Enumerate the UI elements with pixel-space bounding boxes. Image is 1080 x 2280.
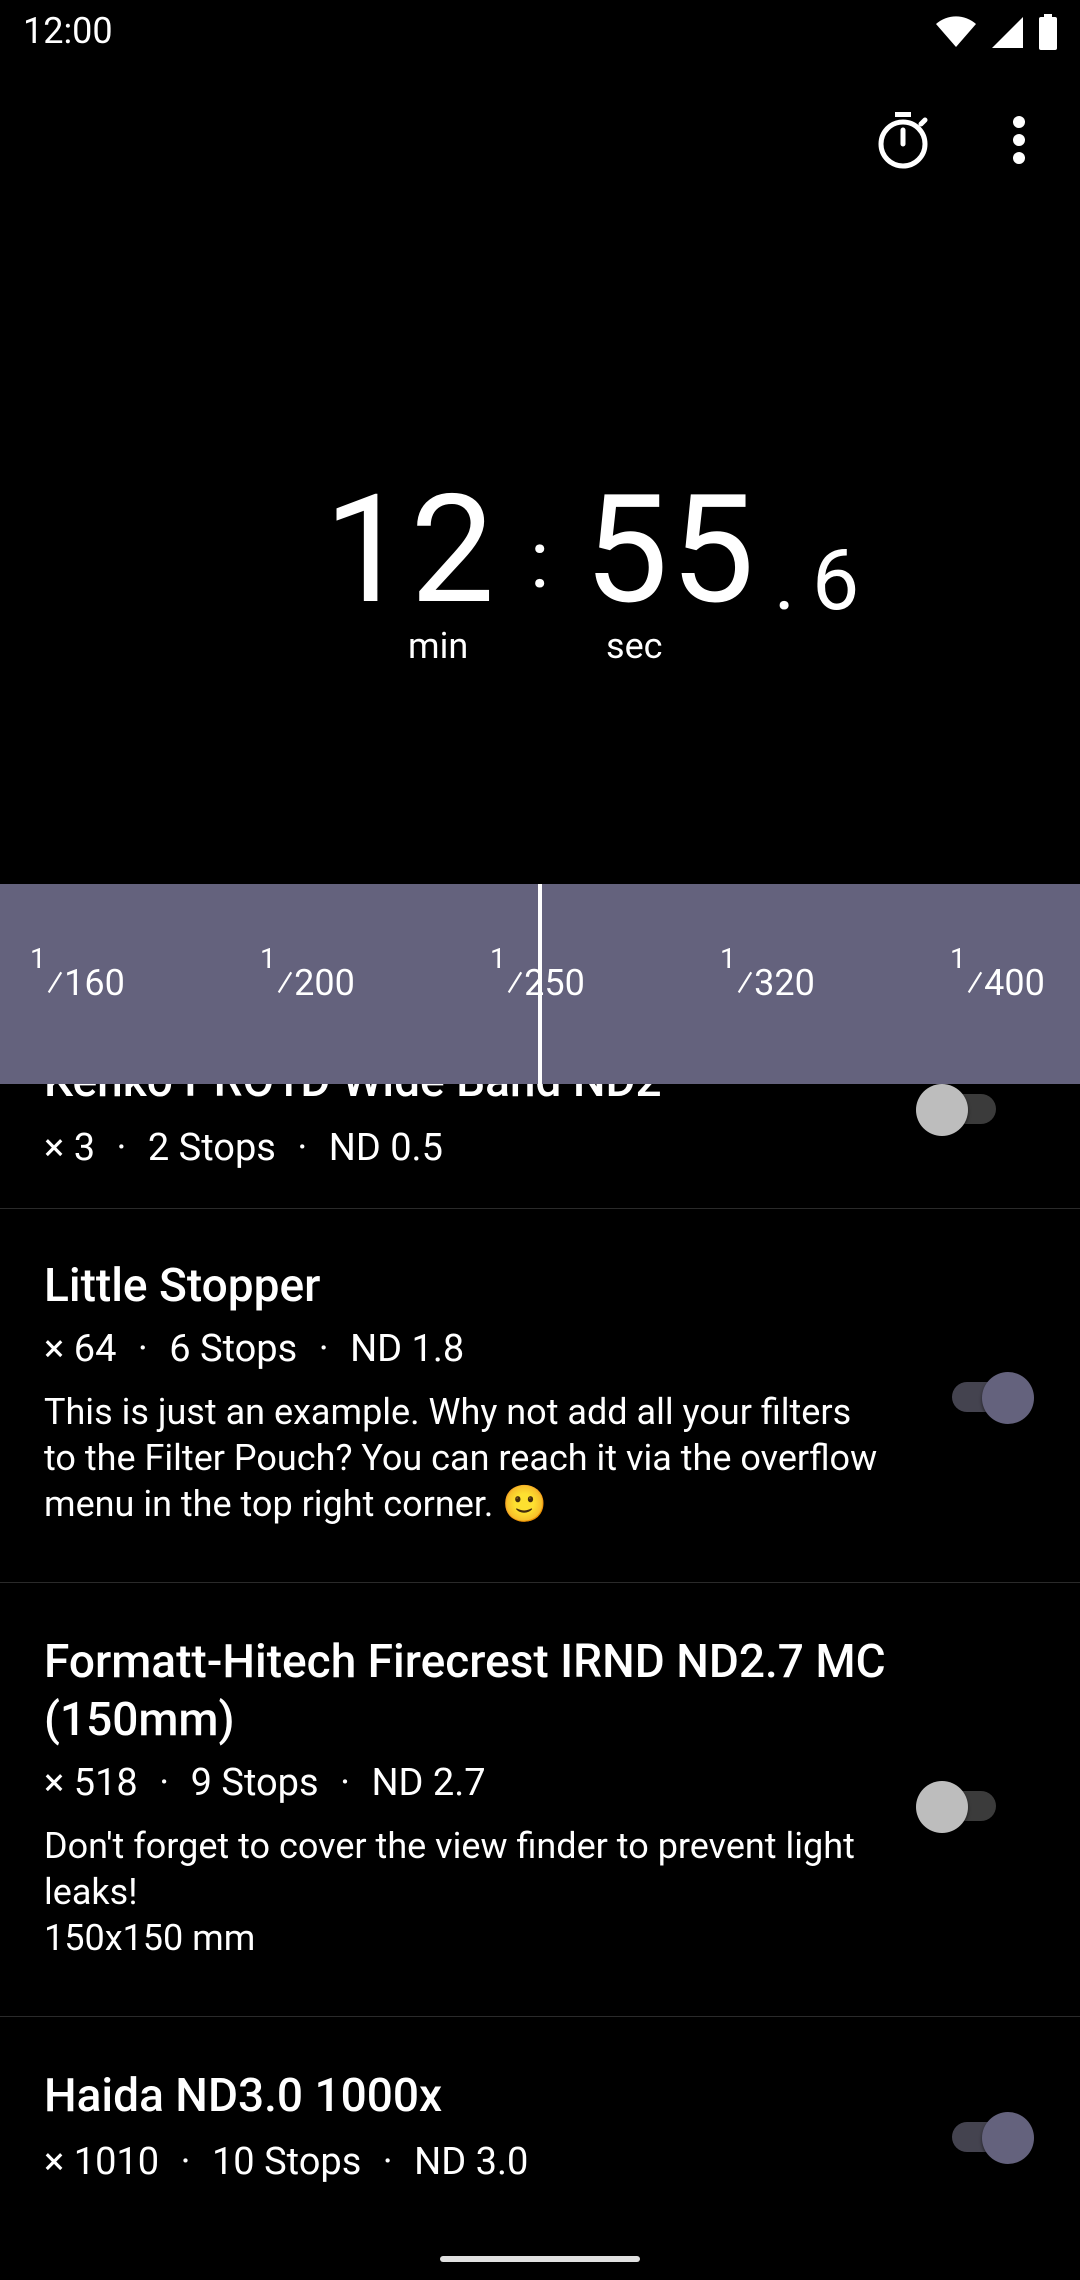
exposure-time-display: 12 : 55 . 6 min sec [0, 470, 1080, 700]
filter-item[interactable]: Formatt-Hitech Firecrest IRND ND2.7 MC (… [0, 1583, 1080, 2017]
filter-toggle[interactable] [916, 1775, 1006, 1835]
shutter-speed-selector[interactable]: 1⁄160 1⁄200 1⁄250 1⁄320 1⁄400 [0, 884, 1080, 1084]
shutter-numerator: 1 [260, 942, 276, 975]
shutter-numerator: 1 [30, 942, 46, 975]
meta-separator: · [159, 1761, 170, 1805]
toggle-thumb [982, 2112, 1034, 2164]
meta-separator: · [340, 1761, 350, 1805]
shutter-denominator: 320 [754, 962, 815, 1004]
meta-separator: · [297, 1126, 308, 1170]
filter-stops: 6 Stops [169, 1327, 298, 1371]
shutter-denominator: 250 [524, 962, 585, 1004]
meta-separator: · [382, 2140, 393, 2184]
shutter-speed-option[interactable]: 1⁄200 [260, 942, 355, 1036]
filter-title: Kenko PRO1D Wide Band ND2 [44, 1084, 662, 1110]
shutter-denominator: 200 [294, 962, 355, 1004]
meta-separator: · [137, 1327, 148, 1371]
filter-title: Formatt-Hitech Firecrest IRND ND2.7 MC (… [44, 1635, 886, 1747]
status-time: 12:00 [23, 10, 113, 52]
decimal-point: . [774, 535, 796, 629]
meta-separator: · [318, 1327, 329, 1371]
wifi-icon [936, 16, 976, 52]
filter-item[interactable]: Haida ND3.0 1000x × 1010 · 10 Stops · ND… [0, 2017, 1080, 2280]
shutter-speed-option[interactable]: 1⁄160 [30, 942, 125, 1036]
filter-meta: × 3 · 2 Stops · ND 0.5 [44, 1126, 443, 1170]
filter-density: ND 0.5 [328, 1126, 443, 1170]
filter-density: ND 2.7 [371, 1761, 486, 1805]
toggle-thumb [916, 1084, 968, 1136]
seconds-unit-label: sec [606, 625, 663, 667]
filter-stops: 10 Stops [211, 2140, 362, 2184]
status-icons [936, 14, 1058, 54]
overflow-menu-button[interactable] [984, 107, 1054, 177]
app-screen: 12:00 12: 55 . 6 min sec 1⁄160 1⁄200 1⁄… [0, 0, 1080, 2280]
filter-stops: 9 Stops [190, 1761, 319, 1805]
meta-separator: · [116, 1126, 127, 1170]
minutes-value: 12 [324, 462, 497, 638]
shutter-numerator: 1 [720, 942, 736, 975]
filter-meta: × 64 · 6 Stops · ND 1.8 [44, 1327, 464, 1371]
shutter-denominator: 160 [64, 962, 125, 1004]
shutter-denominator: 400 [984, 962, 1045, 1004]
filter-stops: 2 Stops [147, 1126, 276, 1170]
filter-meta: × 518 · 9 Stops · ND 2.7 [44, 1761, 486, 1805]
seconds-value: 55 [584, 462, 757, 638]
selection-indicator [538, 884, 542, 1084]
shutter-speed-option[interactable]: 1⁄400 [950, 942, 1045, 1036]
filter-toggle[interactable] [944, 1366, 1034, 1426]
shutter-numerator: 1 [490, 942, 506, 975]
filter-factor: × 518 [44, 1761, 138, 1805]
toggle-thumb [982, 1372, 1034, 1424]
filter-factor: × 64 [44, 1327, 117, 1371]
time-separator: : [530, 513, 550, 607]
filter-note: Don't forget to cover the view finder to… [44, 1825, 855, 1913]
filter-density: ND 1.8 [350, 1327, 465, 1371]
filter-toggle[interactable] [944, 2106, 1034, 2166]
shutter-numerator: 1 [950, 942, 966, 975]
meta-separator: · [180, 2140, 191, 2184]
filter-note-size: 150x150 mm [44, 1917, 256, 1959]
filter-item[interactable]: Kenko PRO1D Wide Band ND2 × 3 · 2 Stops … [0, 1084, 1080, 1209]
stopwatch-icon [875, 110, 931, 174]
minutes-unit-label: min [408, 625, 469, 667]
filter-title: Haida ND3.0 1000x [44, 2069, 443, 2123]
filter-toggle[interactable] [916, 1084, 1006, 1138]
filter-density: ND 3.0 [414, 2140, 529, 2184]
filter-list[interactable]: Kenko PRO1D Wide Band ND2 × 3 · 2 Stops … [0, 1084, 1080, 2280]
more-vert-icon [1011, 115, 1027, 169]
status-bar: 12:00 [0, 0, 1080, 66]
filter-title: Little Stopper [44, 1259, 321, 1313]
filter-note: This is just an example. Why not add all… [44, 1391, 878, 1525]
battery-icon [1038, 14, 1058, 54]
filter-factor: × 3 [44, 1126, 96, 1170]
gesture-nav-handle[interactable] [440, 2256, 640, 2262]
toggle-thumb [916, 1781, 968, 1833]
stopwatch-button[interactable] [868, 107, 938, 177]
tenths-value: 6 [812, 531, 860, 630]
filter-meta: × 1010 · 10 Stops · ND 3.0 [44, 2140, 528, 2184]
shutter-speed-option[interactable]: 1⁄320 [720, 942, 815, 1036]
filter-item[interactable]: Little Stopper × 64 · 6 Stops · ND 1.8 T… [0, 1209, 1080, 1583]
filter-factor: × 1010 [44, 2140, 160, 2184]
cellular-signal-icon [990, 15, 1024, 53]
